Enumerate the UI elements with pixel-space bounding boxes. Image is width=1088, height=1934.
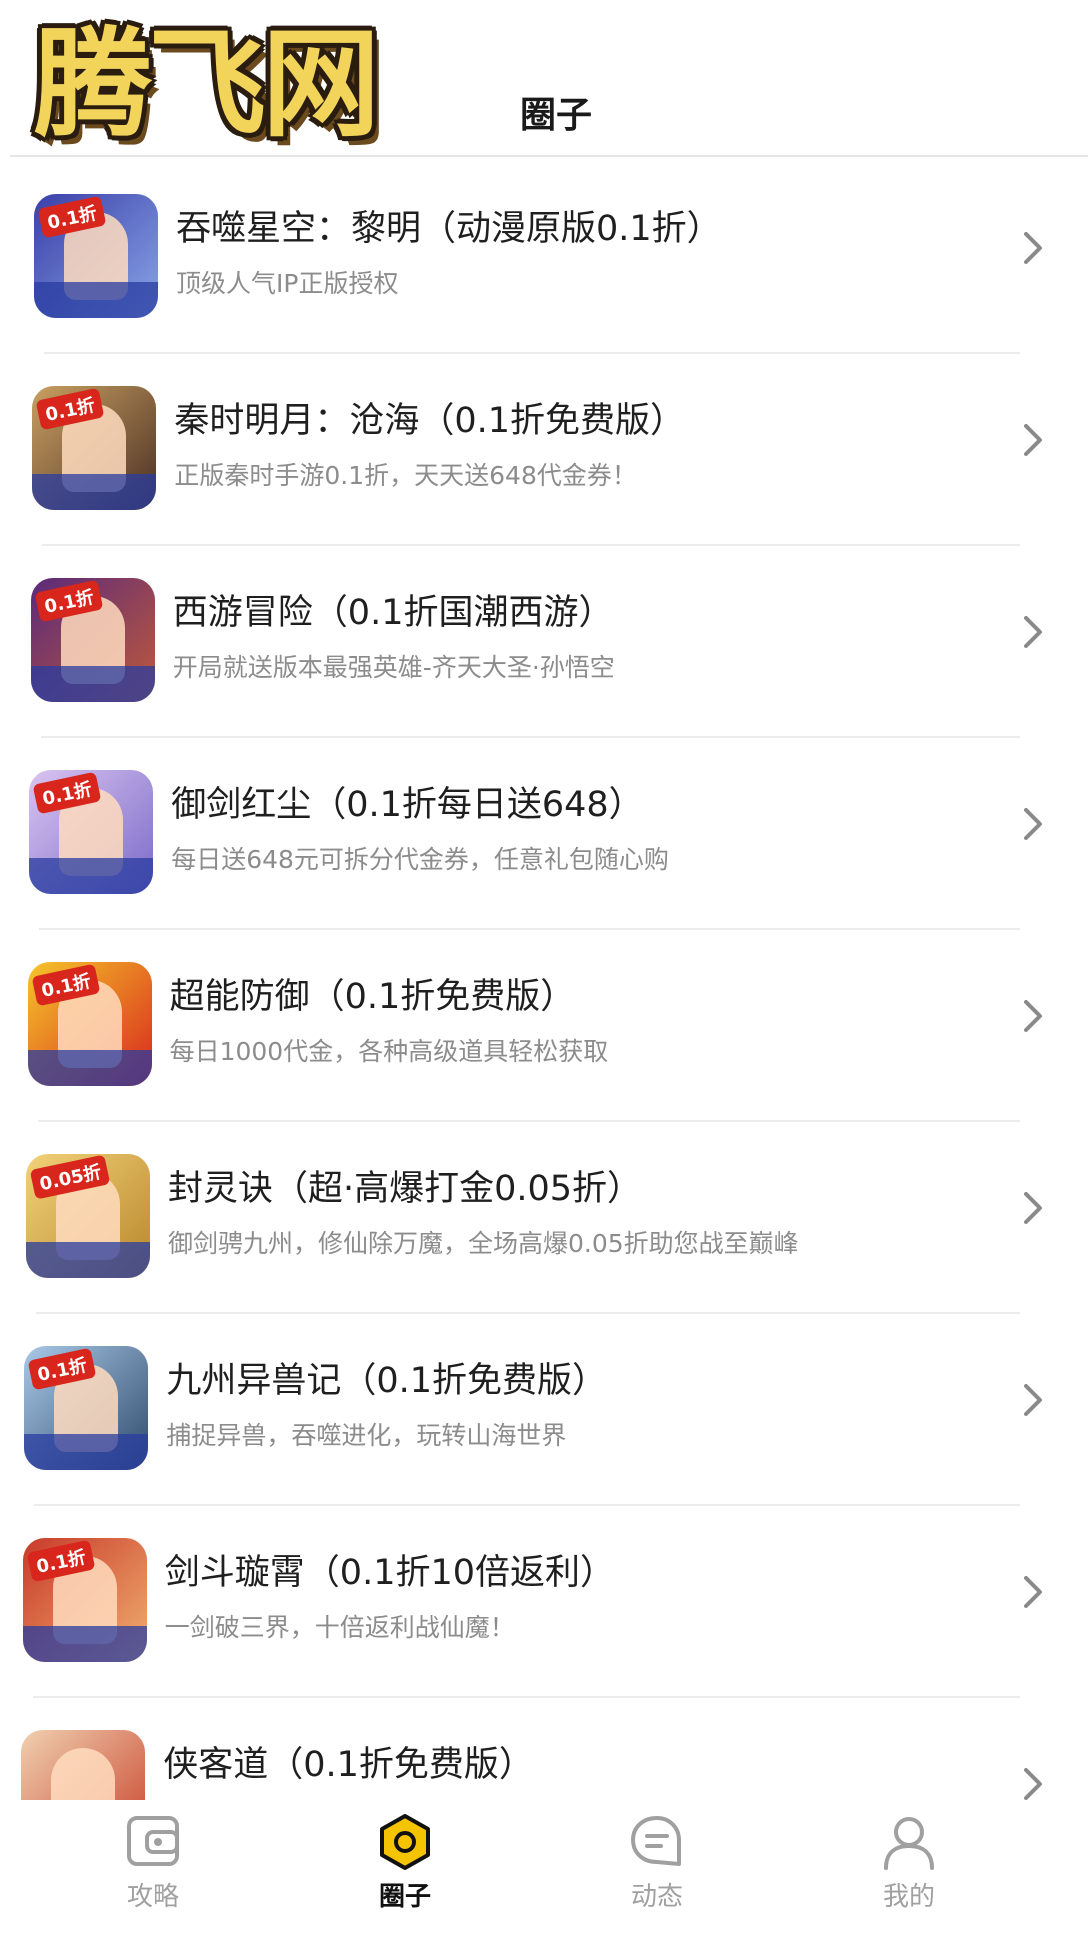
game-description: 御剑骋九州，修仙除万魔，全场高爆0.05折助您战至巅峰 [168, 1229, 799, 1258]
tab-label: 攻略 [126, 1882, 179, 1912]
game-description: 每日送648元可拆分代金券，任意礼包随心购 [171, 845, 669, 874]
icon-banner [27, 1050, 152, 1086]
game-list-item[interactable]: 0.1折 吞噬星空：黎明（动漫原版0.1折） 顶级人气IP正版授权 [34, 170, 1050, 362]
brand-logo: 腾飞网 [34, 15, 380, 153]
character-art [51, 1748, 116, 1800]
row-divider [32, 1696, 1020, 1698]
icon-banner [24, 1434, 149, 1470]
game-icon[interactable]: 0.1折 [32, 386, 157, 510]
game-list-item[interactable]: 0.05折 封灵诀（超·高爆打金0.05折） 御剑骋九州，修仙除万魔，全场高爆0.0… [26, 1130, 1050, 1322]
tab-circle[interactable]: 圈子 [330, 1800, 480, 1934]
icon-banner [32, 474, 157, 510]
bottom-tab-bar: 攻略 圈子 动态 我的 [0, 1800, 1088, 1934]
row-divider [42, 544, 1020, 546]
row-divider [44, 352, 1020, 354]
chevron-right-icon [1023, 1768, 1042, 1800]
chevron-right-icon [1023, 424, 1042, 456]
game-title: 剑斗璇霄（0.1折10倍返利） [164, 1553, 615, 1593]
game-description: 正版秦时手游0.1折，天天送648代金券！ [174, 461, 637, 490]
icon-banner [26, 1242, 150, 1278]
header: 腾飞网 圈子 [0, 0, 1088, 168]
row-divider [37, 1120, 1020, 1122]
icon-banner [34, 282, 158, 318]
game-list-item[interactable]: 0.1折 九州异兽记（0.1折免费版） 捕捉异兽，吞噬进化，玩转山海世界 [24, 1322, 1050, 1514]
row-divider [39, 928, 1020, 930]
chevron-right-icon [1023, 1576, 1042, 1608]
tab-strategy[interactable]: 攻略 [78, 1800, 228, 1934]
game-icon[interactable]: 0.1折 [29, 770, 154, 894]
game-list-item[interactable]: 0.1折 剑斗璇霄（0.1折10倍返利） 一剑破三界，十倍返利战仙魔！ [22, 1514, 1050, 1706]
chevron-right-icon [1024, 232, 1042, 264]
circle-hexagon-icon [380, 1814, 430, 1870]
game-list-item[interactable]: 0.1折 御剑红尘（0.1折每日送648） 每日送648元可拆分代金券，任意礼包随心… [29, 746, 1050, 938]
game-description: 捕捉异兽，吞噬进化，玩转山海世界 [166, 1421, 567, 1450]
row-divider [40, 736, 1020, 738]
game-icon[interactable]: 0.1折 [24, 1346, 149, 1470]
game-list-item[interactable]: 侠客道（0.1折免费版） [21, 1706, 1050, 1800]
game-description: 一剑破三界，十倍返利战仙魔！ [164, 1613, 515, 1642]
game-icon[interactable] [21, 1730, 146, 1800]
game-icon[interactable]: 0.05折 [26, 1154, 150, 1278]
chevron-right-icon [1023, 1384, 1042, 1416]
tab-label: 圈子 [378, 1882, 431, 1912]
game-list-item[interactable]: 0.1折 西游冒险（0.1折国潮西游） 开局就送版本最强英雄-齐天大圣·孙悟空 [30, 554, 1050, 746]
icon-banner [30, 666, 155, 702]
game-icon[interactable]: 0.1折 [30, 578, 155, 702]
tab-label: 我的 [882, 1882, 935, 1912]
icon-banner [29, 858, 154, 894]
game-title: 御剑红尘（0.1折每日送648） [171, 785, 644, 825]
row-divider [34, 1504, 1020, 1506]
chevron-right-icon [1024, 1192, 1042, 1224]
game-list-item[interactable]: 0.1折 秦时明月：沧海（0.1折免费版） 正版秦时手游0.1折，天天送648代金券… [32, 362, 1050, 554]
game-title: 侠客道（0.1折免费版） [163, 1745, 534, 1785]
game-title: 超能防御（0.1折免费版） [169, 977, 576, 1017]
game-description: 每日1000代金，各种高级道具轻松获取 [169, 1037, 609, 1066]
tab-profile[interactable]: 我的 [834, 1800, 984, 1934]
game-title: 秦时明月：沧海（0.1折免费版） [174, 401, 686, 441]
game-list-item[interactable]: 0.1折 超能防御（0.1折免费版） 每日1000代金，各种高级道具轻松获取 [27, 938, 1050, 1130]
wallet-icon [127, 1816, 179, 1866]
user-icon [884, 1817, 934, 1870]
chevron-right-icon [1023, 616, 1042, 648]
page-title: 圈子 [520, 95, 593, 136]
chevron-right-icon [1023, 1000, 1042, 1032]
chevron-right-icon [1023, 808, 1042, 840]
tab-feed[interactable]: 动态 [582, 1800, 732, 1934]
game-title: 西游冒险（0.1折国潮西游） [172, 593, 614, 633]
icon-banner [22, 1626, 147, 1662]
game-title: 封灵诀（超·高爆打金0.05折） [168, 1169, 643, 1209]
game-icon[interactable]: 0.1折 [22, 1538, 147, 1662]
game-title: 九州异兽记（0.1折免费版） [166, 1361, 608, 1401]
game-description: 顶级人气IP正版授权 [176, 269, 399, 298]
game-list: 0.1折 吞噬星空：黎明（动漫原版0.1折） 顶级人气IP正版授权 0.1折 秦时明月：… [0, 168, 1088, 1800]
row-divider [36, 1312, 1020, 1314]
game-icon[interactable]: 0.1折 [34, 194, 158, 318]
tab-label: 动态 [630, 1882, 683, 1912]
game-description: 开局就送版本最强英雄-齐天大圣·孙悟空 [172, 653, 615, 682]
message-icon [631, 1816, 681, 1866]
game-icon[interactable]: 0.1折 [27, 962, 152, 1086]
app-screen: 腾飞网 圈子 0.1折 吞噬星空：黎明（动漫原版0.1折） 顶级人气IP正版授权 0.… [0, 0, 1088, 1934]
header-divider [10, 155, 1088, 157]
game-title: 吞噬星空：黎明（动漫原版0.1折） [176, 209, 722, 249]
